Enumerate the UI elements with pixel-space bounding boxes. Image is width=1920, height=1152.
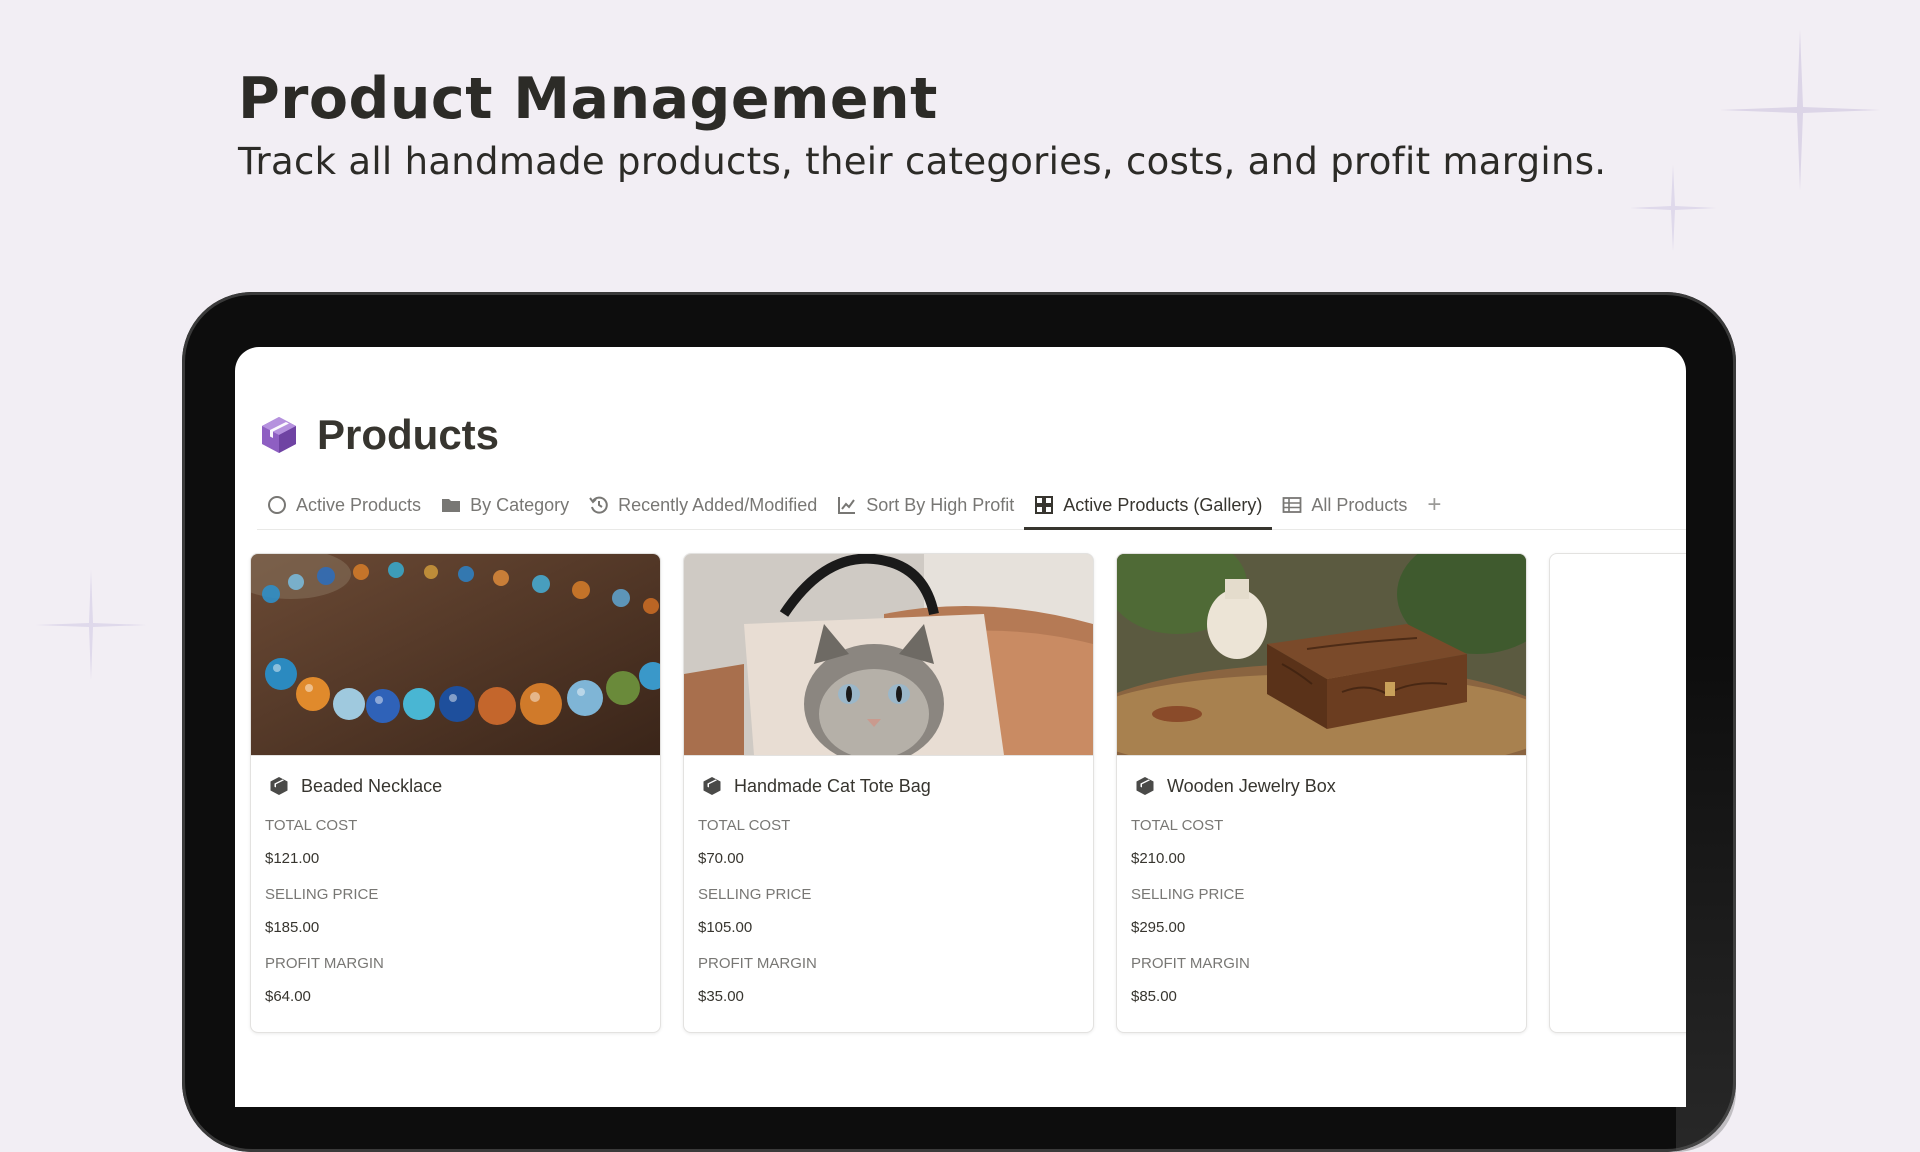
prop-label-selling-price: SELLING PRICE bbox=[698, 886, 812, 903]
page-title: Products bbox=[317, 411, 500, 458]
table-icon bbox=[1282, 495, 1302, 515]
card-title: Beaded Necklace bbox=[269, 774, 646, 798]
box-icon bbox=[703, 777, 721, 795]
prop-value-profit-margin: $35.00 bbox=[698, 988, 744, 1005]
view-tabs: Active Products By Category Recently Add… bbox=[257, 481, 1686, 530]
purple-box-icon bbox=[262, 417, 296, 453]
product-card[interactable]: Beaded Necklace TOTAL COST $121.00 SELLI… bbox=[250, 553, 661, 1033]
card-title-text: Beaded Necklace bbox=[301, 775, 443, 796]
tab-label: Recently Added/Modified bbox=[618, 494, 818, 515]
tab-label: Active Products bbox=[296, 494, 422, 515]
prop-value-selling-price: $185.00 bbox=[265, 919, 320, 936]
sparkle-decoration bbox=[36, 570, 146, 680]
prop-label-profit-margin: PROFIT MARGIN bbox=[698, 955, 817, 972]
tab-by-category[interactable]: By Category bbox=[431, 481, 579, 529]
prop-label-profit-margin: PROFIT MARGIN bbox=[1131, 955, 1250, 972]
prop-label-selling-price: SELLING PRICE bbox=[265, 886, 379, 903]
cat-tote-bag-photo bbox=[684, 554, 1093, 756]
tab-active-products-gallery[interactable]: Active Products (Gallery) bbox=[1024, 481, 1273, 530]
tab-active-products[interactable]: Active Products bbox=[257, 481, 431, 529]
product-card[interactable]: Wooden Jewelry Box TOTAL COST $210.00 SE… bbox=[1116, 553, 1527, 1033]
prop-label-profit-margin: PROFIT MARGIN bbox=[265, 955, 384, 972]
box-icon bbox=[270, 777, 288, 795]
history-icon bbox=[589, 495, 609, 515]
product-card[interactable]: Handmade Cat Tote Bag TOTAL COST $70.00 … bbox=[683, 553, 1094, 1033]
product-gallery: Beaded Necklace TOTAL COST $121.00 SELLI… bbox=[250, 553, 1686, 1033]
gallery-icon bbox=[1034, 495, 1054, 515]
prop-value-total-cost: $70.00 bbox=[698, 850, 744, 867]
folder-icon bbox=[441, 495, 461, 515]
prop-value-profit-margin: $85.00 bbox=[1131, 988, 1177, 1005]
prop-label-total-cost: TOTAL COST bbox=[1131, 817, 1224, 834]
tab-label: Active Products (Gallery) bbox=[1063, 494, 1263, 515]
card-title: Handmade Cat Tote Bag bbox=[702, 774, 1079, 798]
card-title: Wooden Jewelry Box bbox=[1135, 774, 1512, 798]
prop-label-selling-price: SELLING PRICE bbox=[1131, 886, 1245, 903]
tab-recently-added[interactable]: Recently Added/Modified bbox=[579, 481, 827, 529]
sparkle-decoration bbox=[1720, 30, 1880, 190]
plus-icon[interactable]: + bbox=[1417, 491, 1451, 519]
prop-value-selling-price: $295.00 bbox=[1131, 919, 1186, 936]
card-title-text: Wooden Jewelry Box bbox=[1167, 775, 1336, 796]
tab-label: By Category bbox=[470, 494, 570, 515]
beaded-necklace-photo bbox=[251, 554, 660, 756]
hero-subtitle: Track all handmade products, their categ… bbox=[238, 140, 1607, 183]
prop-value-profit-margin: $64.00 bbox=[265, 988, 311, 1005]
circle-icon bbox=[267, 495, 287, 515]
prop-value-total-cost: $121.00 bbox=[265, 850, 320, 867]
prop-label-total-cost: TOTAL COST bbox=[265, 817, 358, 834]
prop-value-total-cost: $210.00 bbox=[1131, 850, 1186, 867]
prop-label-total-cost: TOTAL COST bbox=[698, 817, 791, 834]
wooden-jewelry-box-photo bbox=[1117, 554, 1526, 756]
tab-label: Sort By High Profit bbox=[866, 494, 1015, 515]
line-chart-icon bbox=[837, 495, 857, 515]
app-screen: Products Active Products By Category Rec… bbox=[235, 347, 1686, 1107]
tab-label: All Products bbox=[1311, 494, 1408, 515]
sparkle-decoration bbox=[1630, 165, 1716, 251]
card-title-text: Handmade Cat Tote Bag bbox=[734, 775, 931, 796]
tab-sort-high-profit[interactable]: Sort By High Profit bbox=[827, 481, 1024, 529]
prop-value-selling-price: $105.00 bbox=[698, 919, 753, 936]
page-header: Products bbox=[259, 411, 499, 459]
product-card-partial[interactable] bbox=[1549, 553, 1686, 1033]
hero-title: Product Management bbox=[238, 66, 938, 132]
tab-all-products[interactable]: All Products bbox=[1272, 481, 1417, 529]
box-icon bbox=[1136, 777, 1154, 795]
